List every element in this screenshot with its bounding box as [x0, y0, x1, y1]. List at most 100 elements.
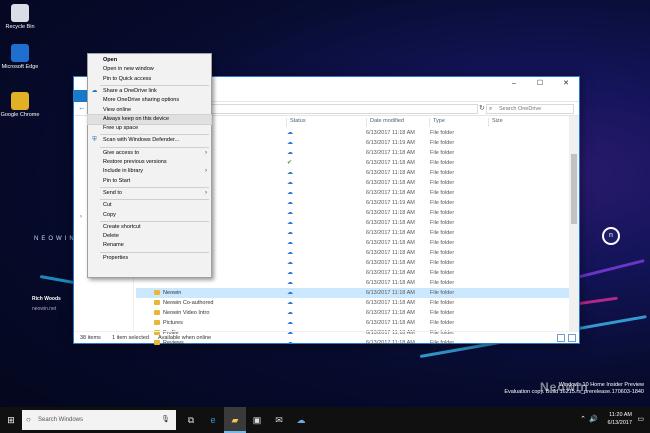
desktop-icon[interactable]: Recycle Bin [0, 4, 40, 31]
menu-item-label: Send to [103, 189, 122, 196]
table-row[interactable]: Neowin Co-authored ☁ 6/13/2017 11:18 AM Fil… [136, 298, 569, 308]
search-icon: ○ [26, 415, 31, 424]
taskbar: ⊞ ○ Search Windows 🎙 ⧉ e ▰ ▣ ✉ ☁ ⌃ 🔊 11:… [0, 407, 650, 433]
menu-item[interactable]: Create shortcut [88, 223, 211, 232]
action-center-icon[interactable]: ▭ [637, 415, 644, 423]
cloud-status-icon: ☁ [287, 290, 293, 296]
menu-item[interactable]: Rename [88, 241, 211, 250]
clock-date: 6/13/2017 [607, 420, 632, 426]
neowin-logo-icon: n [602, 227, 620, 245]
cloud-status-icon: ☁ [287, 190, 293, 196]
cloud-status-icon: ☁ [287, 180, 293, 186]
large-icons-view-icon[interactable] [568, 334, 576, 342]
menu-item[interactable]: Cut [88, 201, 211, 210]
menu-item[interactable]: View online [88, 106, 211, 115]
table-row[interactable]: Pictures ☁ 6/13/2017 11:18 AM File folder [136, 318, 569, 328]
menu-item-label: More OneDrive sharing options [103, 97, 180, 104]
menu-item[interactable]: Restore previous versions [88, 158, 211, 167]
menu-item[interactable]: Open in new window [88, 65, 211, 74]
onedrive-app-icon[interactable]: ☁ [290, 407, 312, 433]
network-icon[interactable]: ⌃ [580, 415, 586, 423]
menu-separator [100, 220, 209, 222]
menu-item-label: Cut [103, 202, 112, 209]
watermark-line: Evaluation copy. Build 16215.rs_prerelea… [504, 389, 644, 395]
folder-icon [154, 310, 160, 315]
menu-item-label: Pin to Quick access [103, 75, 152, 82]
minimize-button[interactable]: – [501, 77, 527, 90]
task-view-icon[interactable]: ⧉ [180, 407, 202, 433]
header-size[interactable]: Size [488, 118, 503, 127]
user-site: neowin.net [32, 306, 57, 312]
file-type: File folder [430, 190, 455, 196]
menu-item[interactable]: Pin to Quick access [88, 75, 211, 84]
file-type: File folder [430, 250, 455, 256]
desktop-icon-label: Recycle Bin [5, 24, 35, 30]
menu-item-label: Scan with Windows Defender... [103, 137, 180, 144]
microphone-icon[interactable]: 🎙 [161, 410, 170, 430]
file-type: File folder [430, 270, 455, 276]
menu-item[interactable]: Include in library › [88, 167, 211, 176]
file-type: File folder [430, 150, 455, 156]
date-modified: 6/13/2017 11:18 AM [366, 220, 415, 226]
header-date[interactable]: Date modified [366, 118, 404, 127]
desktop-icon[interactable]: Microsoft Edge [0, 44, 40, 71]
desktop-icon[interactable]: Google Chrome [0, 92, 40, 119]
chrome-icon [11, 92, 29, 110]
file-type: File folder [430, 200, 455, 206]
store-icon[interactable]: ▣ [246, 407, 268, 433]
menu-item-label: Always keep on this device [103, 115, 170, 122]
file-type: File folder [430, 220, 455, 226]
search-input[interactable]: ⌕ Search OneDrive [486, 104, 574, 114]
vertical-scrollbar[interactable] [569, 116, 579, 331]
file-type: File folder [430, 180, 455, 186]
date-modified: 6/13/2017 11:18 AM [366, 160, 415, 166]
mail-icon[interactable]: ✉ [268, 407, 290, 433]
header-status[interactable]: Status [286, 118, 306, 127]
edge-icon[interactable]: e [202, 407, 224, 433]
clock[interactable]: 11:20 AM 6/13/2017 [592, 411, 632, 427]
file-type: File folder [430, 260, 455, 266]
menu-item[interactable]: ☁ Share a OneDrive link [88, 87, 211, 96]
file-name: Neowin Co-authored [163, 300, 214, 306]
search-icon: ⌕ [489, 106, 493, 112]
date-modified: 6/13/2017 11:18 AM [366, 280, 415, 286]
menu-item[interactable]: ⛨ Scan with Windows Defender... [88, 136, 211, 145]
close-button[interactable]: ✕ [553, 77, 579, 90]
menu-item[interactable]: Give access to › [88, 149, 211, 158]
maximize-button[interactable]: ☐ [527, 77, 553, 90]
file-type: File folder [430, 300, 455, 306]
menu-item[interactable]: Send to › [88, 189, 211, 198]
menu-item[interactable]: Open [88, 56, 211, 65]
date-modified: 6/13/2017 11:18 AM [366, 150, 415, 156]
file-explorer-icon[interactable]: ▰ [224, 407, 246, 433]
menu-item[interactable]: Always keep on this device [87, 113, 212, 125]
cloud-status-icon: ☁ [287, 260, 293, 266]
menu-item[interactable]: Delete [88, 232, 211, 241]
menu-item[interactable]: More OneDrive sharing options [88, 96, 211, 105]
chevron-right-icon[interactable]: › [80, 214, 82, 220]
details-view-icon[interactable] [557, 334, 565, 342]
date-modified: 6/13/2017 11:18 AM [366, 310, 415, 316]
defender-icon: ⛨ [92, 137, 97, 144]
taskbar-search-placeholder: Search Windows [38, 417, 84, 423]
menu-item[interactable]: Pin to Start [88, 177, 211, 186]
menu-item-label: Share a OneDrive link [103, 87, 157, 94]
file-tab[interactable] [74, 90, 88, 102]
cloud-status-icon: ☁ [287, 150, 293, 156]
file-type: File folder [430, 160, 455, 166]
date-modified: 6/13/2017 11:18 AM [366, 180, 415, 186]
table-row[interactable]: Neowin ☁ 6/13/2017 11:18 AM File folder [136, 288, 569, 298]
table-row[interactable]: ☁ 6/13/2017 11:18 AM File folder [136, 278, 569, 288]
table-row[interactable]: Neowin Video Intro ☁ 6/13/2017 11:18 AM Fil… [136, 308, 569, 318]
taskbar-search[interactable]: ○ Search Windows 🎙 [22, 410, 176, 430]
refresh-icon[interactable]: ↻ [479, 104, 485, 112]
menu-item[interactable]: Copy [88, 211, 211, 220]
back-arrow-icon[interactable]: ← [78, 103, 86, 112]
menu-item[interactable]: Properties [88, 254, 211, 263]
windows-start-icon[interactable]: ⊞ [0, 407, 22, 433]
context-menu: Open Open in new window Pin to Quick acces… [87, 53, 212, 278]
menu-item[interactable]: Free up space [88, 124, 211, 133]
menu-item-label: Properties [103, 254, 129, 261]
scroll-thumb[interactable] [571, 154, 577, 224]
header-type[interactable]: Type [429, 118, 445, 127]
